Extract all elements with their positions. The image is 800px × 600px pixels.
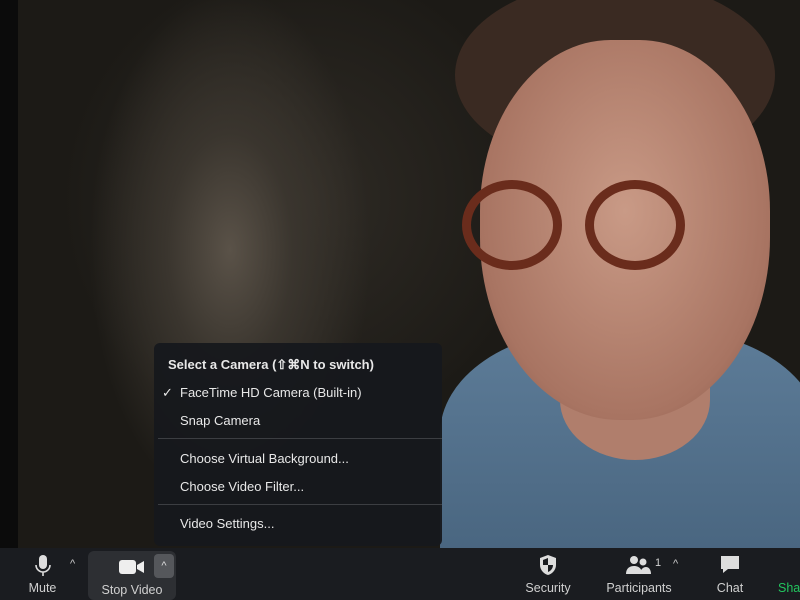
- menu-item-video-settings[interactable]: Video Settings...: [180, 516, 274, 531]
- menu-item-virtual-background[interactable]: Choose Virtual Background...: [180, 451, 349, 466]
- video-options-caret[interactable]: ^: [154, 554, 174, 578]
- glasses-left: [462, 180, 562, 270]
- menu-item-video-filter[interactable]: Choose Video Filter...: [180, 479, 304, 494]
- share-screen-button[interactable]: Sha: [778, 548, 800, 600]
- chat-button[interactable]: Chat: [710, 548, 750, 600]
- left-edge: [0, 0, 18, 548]
- participants-icon: [626, 556, 651, 574]
- meeting-toolbar: Mute ^ Stop Video ^ Security 1 Participa…: [0, 548, 800, 600]
- security-label: Security: [525, 581, 571, 595]
- shield-icon: [540, 555, 556, 575]
- share-label: Sha: [778, 581, 800, 595]
- chat-label: Chat: [716, 581, 744, 595]
- microphone-icon: [34, 555, 51, 576]
- participants-count: 1: [655, 557, 662, 569]
- menu-item-facetime-camera[interactable]: FaceTime HD Camera (Built-in): [180, 385, 362, 400]
- security-button[interactable]: Security: [518, 548, 578, 600]
- divider: [158, 438, 442, 439]
- participants-button[interactable]: 1 Participants: [600, 548, 678, 600]
- camera-menu: Select a Camera (⇧⌘N to switch) ✓ FaceTi…: [154, 343, 442, 546]
- participants-options-caret[interactable]: ^: [673, 558, 678, 570]
- check-icon: ✓: [162, 385, 173, 400]
- participants-label: Participants: [606, 581, 672, 595]
- mute-button[interactable]: Mute: [20, 548, 65, 600]
- audio-options-caret[interactable]: ^: [70, 558, 75, 570]
- mute-label: Mute: [28, 581, 57, 595]
- chat-bubble-icon: [721, 556, 739, 573]
- glasses-right: [585, 180, 685, 270]
- divider: [158, 504, 442, 505]
- menu-header: Select a Camera (⇧⌘N to switch): [168, 357, 374, 372]
- menu-item-snap-camera[interactable]: Snap Camera: [180, 413, 260, 428]
- video-camera-icon: [119, 560, 144, 574]
- stop-video-label: Stop Video: [101, 583, 163, 597]
